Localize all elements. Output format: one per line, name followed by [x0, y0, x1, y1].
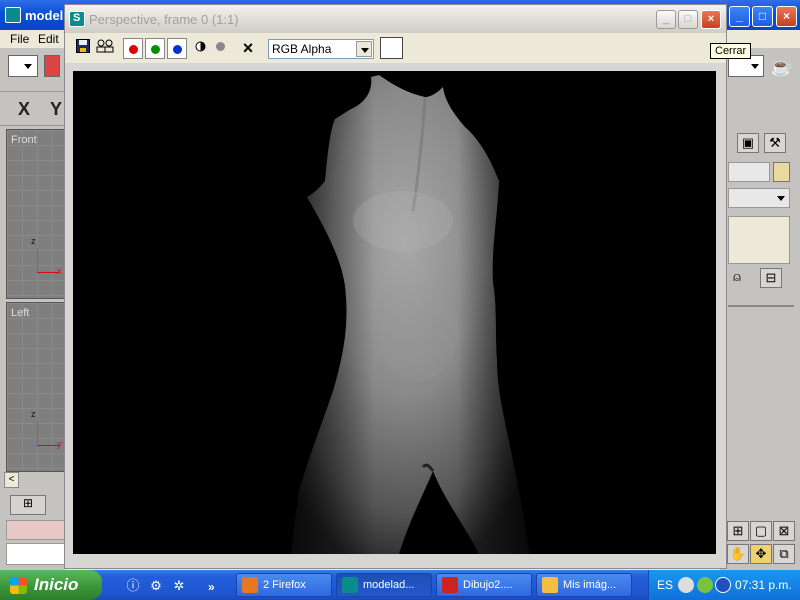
axis-label: y: [57, 439, 62, 449]
task-label: Dibujo2....: [463, 579, 513, 591]
green-channel-button[interactable]: [145, 38, 165, 59]
max-app-icon: [5, 7, 21, 23]
network-quicklaunch-icon[interactable]: ✲: [170, 577, 188, 595]
modifier-stack-box[interactable]: [728, 216, 790, 264]
prompt-field[interactable]: [6, 543, 66, 565]
blue-channel-button[interactable]: [167, 38, 187, 59]
alpha-channel-icon[interactable]: [213, 39, 227, 59]
frame-window-title: Perspective, frame 0 (1:1): [89, 12, 239, 27]
start-label: Inicio: [34, 575, 79, 594]
axis-y-button[interactable]: Y: [50, 99, 62, 120]
main-close-button[interactable]: ×: [776, 6, 797, 27]
chevron-down-icon[interactable]: [356, 41, 372, 57]
monochrome-icon[interactable]: [193, 39, 207, 59]
object-name-field[interactable]: [728, 162, 770, 182]
max-app-icon: [69, 11, 85, 27]
toolbar-link-icon[interactable]: [44, 55, 60, 77]
clock: 07:31 p.m.: [735, 578, 792, 592]
tray-chevron-icon[interactable]: [678, 577, 694, 593]
modifier-list-select[interactable]: [728, 188, 790, 208]
blue-channel-dot: [173, 45, 182, 54]
firefox-icon: [242, 577, 258, 593]
task-firefox[interactable]: 2 Firefox: [236, 573, 332, 597]
system-tray: ES 07:31 p.m.: [648, 570, 800, 600]
info-quicklaunch-icon[interactable]: ⓘ: [124, 577, 142, 595]
menu-file[interactable]: File: [10, 32, 29, 46]
frame-titlebar: Perspective, frame 0 (1:1) _ □ ×: [65, 5, 726, 33]
axis-vertical-line: [37, 248, 38, 273]
red-channel-button[interactable]: [123, 38, 143, 59]
object-color-swatch[interactable]: [773, 162, 790, 182]
axis-x-button[interactable]: X: [18, 99, 30, 120]
torso-render-image: [291, 75, 529, 554]
windows-logo-icon: [10, 577, 27, 594]
language-indicator[interactable]: ES: [657, 578, 673, 592]
menu-edit[interactable]: Edit: [38, 32, 59, 46]
frame-minimize-button[interactable]: _: [656, 10, 676, 29]
render-frame-window: Perspective, frame 0 (1:1) _ □ × × RGB A…: [64, 4, 727, 569]
task-modelad[interactable]: modelad...: [336, 573, 432, 597]
arc-rotate-icon[interactable]: ✥: [750, 544, 772, 564]
app-quicklaunch-icon[interactable]: ⚙: [147, 577, 165, 595]
taskbar: Inicio ⓘ ⚙ ✲ » 2 Firefox modelad... Dibu…: [0, 570, 800, 600]
command-panel: [720, 48, 800, 572]
start-button[interactable]: Inicio: [0, 570, 102, 600]
channel-display-select[interactable]: RGB Alpha: [268, 39, 374, 59]
close-tooltip: Cerrar: [710, 43, 752, 59]
axis-constraints-bar: X Y: [0, 92, 65, 126]
axis-horizontal-line: [37, 272, 59, 273]
tray-app-icon[interactable]: [715, 577, 731, 593]
overflow-chevron-icon[interactable]: »: [208, 580, 215, 594]
floppy-disk-icon[interactable]: [75, 39, 91, 59]
maximize-viewport-icon[interactable]: ⧉: [773, 544, 795, 564]
zoom-region-icon[interactable]: ▢: [750, 521, 772, 541]
task-mis-imagenes[interactable]: Mis imág...: [536, 573, 632, 597]
folder-icon: [542, 577, 558, 593]
status-field: [6, 520, 66, 540]
axis-vertical-line: [37, 421, 38, 446]
clone-icon[interactable]: [95, 39, 117, 59]
red-channel-dot: [129, 45, 138, 54]
color-swatch[interactable]: [380, 37, 403, 59]
frame-maximize-button[interactable]: □: [678, 10, 698, 29]
paint-icon: [442, 577, 458, 593]
timeline-tool-button[interactable]: ⊞: [10, 495, 46, 515]
left-viewport[interactable]: Left z y: [6, 302, 65, 472]
frame-close-button[interactable]: ×: [701, 10, 721, 29]
main-maximize-button[interactable]: □: [752, 6, 773, 27]
field-of-view-icon[interactable]: ⊠: [773, 521, 795, 541]
axis-label: z: [31, 236, 36, 246]
pan-hand-icon[interactable]: ✋: [727, 544, 749, 564]
scroll-left-button[interactable]: <: [4, 472, 19, 488]
green-channel-dot: [151, 45, 160, 54]
render-canvas[interactable]: [73, 71, 716, 554]
messenger-icon[interactable]: [697, 577, 713, 593]
task-label: 2 Firefox: [263, 579, 306, 591]
render-frame-icon[interactable]: ▣: [737, 133, 759, 153]
max-app-icon: [342, 577, 358, 593]
channel-display-value: RGB Alpha: [272, 42, 332, 56]
viewport-label: Front: [11, 134, 37, 146]
frame-toolbar: × RGB Alpha: [65, 33, 726, 63]
axis-label: z: [31, 409, 36, 419]
clear-icon[interactable]: ×: [239, 39, 257, 59]
lock-icon[interactable]: ⍝: [726, 268, 748, 288]
main-minimize-button[interactable]: _: [729, 6, 750, 27]
task-label: modelad...: [363, 579, 415, 591]
viewport-label: Left: [11, 307, 30, 319]
configure-icon[interactable]: ⊟: [760, 268, 782, 288]
front-viewport[interactable]: Front z x: [6, 129, 65, 299]
axis-horizontal-line: [37, 445, 59, 446]
zoom-extents-icon[interactable]: ⊞: [727, 521, 749, 541]
main-window-title: model: [25, 8, 64, 23]
axis-label: x: [57, 266, 62, 276]
task-dibujo2[interactable]: Dibujo2....: [436, 573, 532, 597]
selection-filter-combo[interactable]: [8, 55, 38, 77]
panel-divider: [728, 305, 794, 307]
hammer-utilities-icon[interactable]: ⚒: [764, 133, 786, 153]
task-label: Mis imág...: [563, 579, 617, 591]
teapot-render-icon[interactable]: ☕: [770, 57, 792, 78]
